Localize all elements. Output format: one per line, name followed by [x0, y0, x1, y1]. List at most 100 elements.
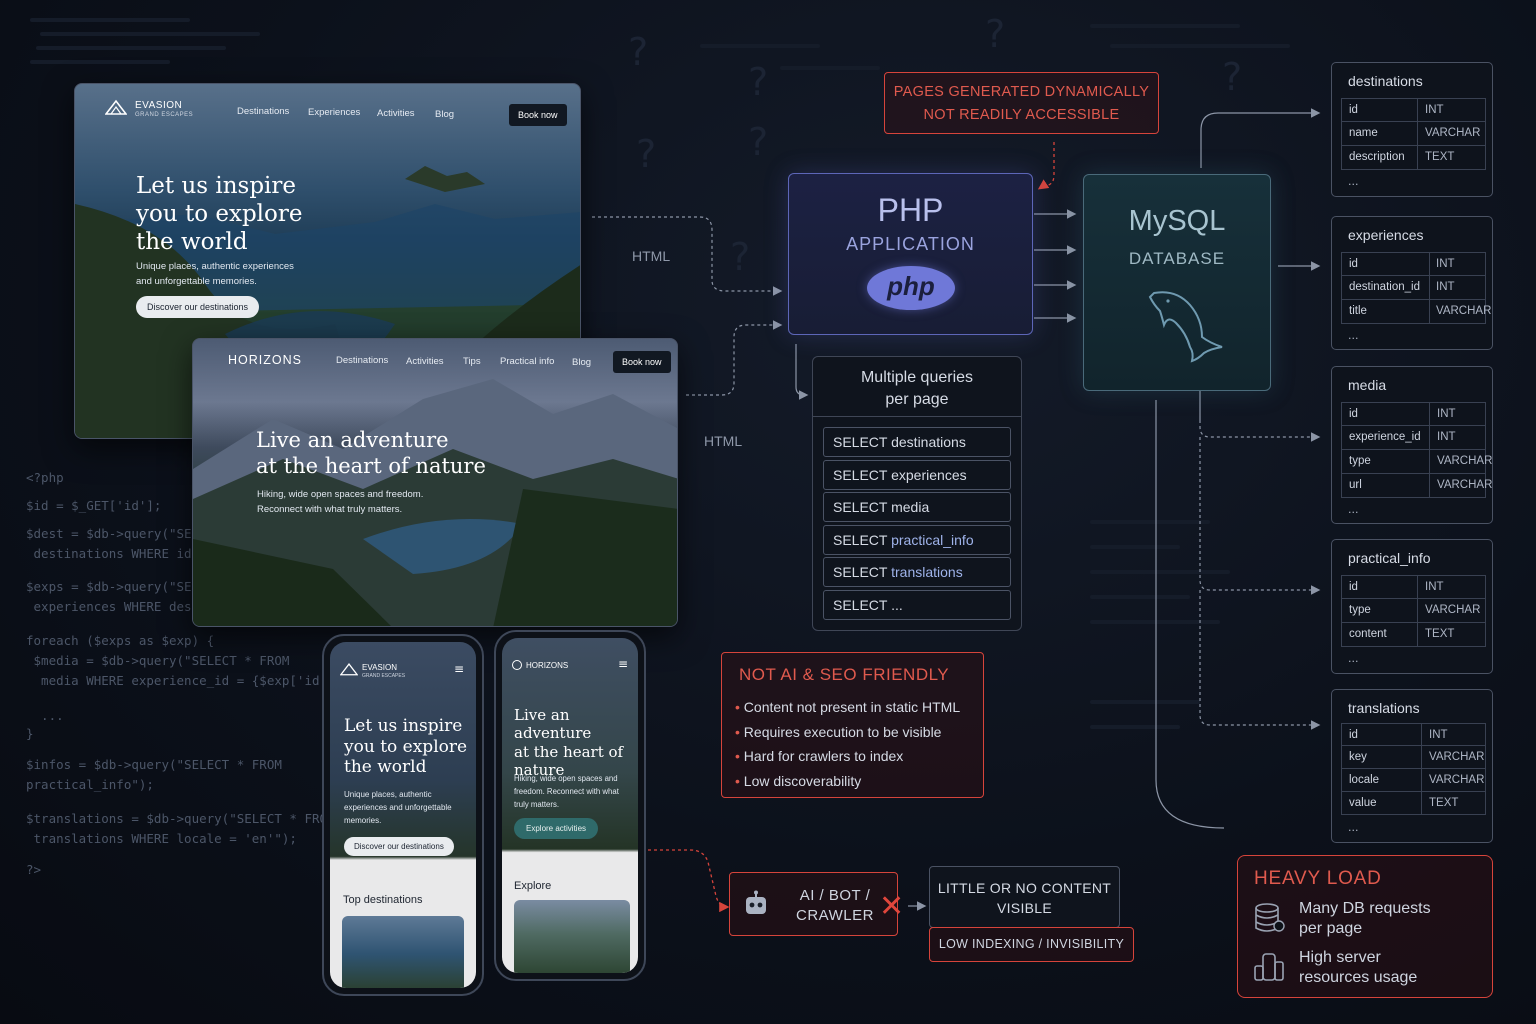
- nav-link-activities[interactable]: Activities: [377, 108, 414, 119]
- nav-link-destinations[interactable]: Destinations: [336, 355, 388, 366]
- nav-link-blog[interactable]: Blog: [435, 109, 454, 120]
- book-now-button[interactable]: Book now: [613, 351, 671, 373]
- visibility-box: LITTLE OR NO CONTENT VISIBLE: [929, 866, 1120, 928]
- explore-activities-button[interactable]: Explore activities: [514, 818, 599, 839]
- nav-link-activities[interactable]: Activities: [406, 356, 443, 367]
- query-item: SELECT destinations: [823, 427, 1011, 457]
- heavy-load-item: High server resources usage: [1299, 949, 1418, 986]
- seo-bullet: • Hard for crawlers to index: [735, 748, 904, 764]
- hero-title: Let us inspire you to explore the world: [136, 173, 303, 256]
- nav-link-blog[interactable]: Blog: [572, 357, 591, 368]
- code-line: <?php: [26, 470, 64, 485]
- query-item: SELECT translations: [823, 557, 1011, 587]
- nav-link-practical-info[interactable]: Practical info: [500, 356, 554, 367]
- hero-subtitle: Unique places, authentic experiences and…: [344, 790, 452, 825]
- nav-link-experiences[interactable]: Experiences: [308, 107, 360, 118]
- section-title: Top destinations: [343, 894, 423, 906]
- code-line: $media = $db->query("SELECT * FROM: [26, 653, 290, 668]
- query-item: SELECT ...: [823, 590, 1011, 620]
- seo-bullet: • Content not present in static HTML: [735, 699, 961, 715]
- code-line: $translations = $db->query("SELECT * FRO…: [26, 811, 335, 826]
- table-name: destinations: [1348, 73, 1423, 89]
- visibility-text: LITTLE OR NO CONTENT VISIBLE: [937, 880, 1112, 916]
- mysql-title: MySQL: [1128, 205, 1226, 237]
- hero-subtitle: Hiking, wide open spaces and freedom. Re…: [514, 774, 619, 809]
- seo-title: NOT AI & SEO FRIENDLY: [739, 665, 950, 684]
- brand-name: HORIZONS: [228, 353, 302, 367]
- discover-destinations-button[interactable]: Discover our destinations: [344, 837, 454, 856]
- database-icon: [1255, 903, 1285, 932]
- php-application-box: PHP APPLICATION php: [788, 173, 1033, 335]
- compass-logo-icon: [512, 660, 522, 670]
- phone-mockup-horizons: HORIZONS ≡ Live an adventure at the hear…: [494, 630, 646, 981]
- hero-title: Let us inspire you to explore the world: [344, 716, 468, 778]
- code-line: practical_info");: [26, 777, 154, 792]
- table-name: media: [1348, 377, 1387, 393]
- hero-title: Live an adventure at the heart of nature: [256, 428, 486, 478]
- book-now-button[interactable]: Book now: [509, 104, 567, 126]
- code-line: ?>: [26, 862, 42, 877]
- server-icon: [1254, 953, 1284, 981]
- seo-bullet: • Requires execution to be visible: [735, 723, 942, 740]
- code-line: $infos = $db->query("SELECT * FROM: [26, 757, 282, 772]
- seo-bullet: • Low discoverability: [735, 772, 862, 789]
- hero-subtitle: Hiking, wide open spaces and freedom. Re…: [257, 489, 424, 515]
- brand-name: EVASION: [362, 663, 397, 672]
- menu-icon[interactable]: ≡: [454, 662, 464, 676]
- code-line: }: [26, 726, 34, 741]
- query-item: SELECT experiences: [823, 460, 1011, 490]
- nav-link-tips[interactable]: Tips: [463, 356, 481, 367]
- website-mockup-horizons: HORIZONS Destinations Activities Tips Pr…: [192, 338, 678, 627]
- section-title: Explore: [514, 880, 552, 892]
- seo-bullets: • Content not present in static HTML • R…: [735, 695, 960, 793]
- menu-icon[interactable]: ≡: [618, 657, 628, 671]
- code-line: media WHERE experience_id = {$exp['id']}…: [26, 673, 350, 688]
- table-media: media id INT experience_id INT type VARCHAR…: [1331, 366, 1493, 524]
- php-title: PHP: [877, 192, 944, 228]
- php-logo-icon: php: [867, 266, 955, 310]
- code-line: ...: [26, 708, 64, 723]
- heavy-load-title: HEAVY LOAD: [1254, 868, 1382, 889]
- mountain-logo-icon: [340, 663, 358, 676]
- seo-warning-box: NOT AI & SEO FRIENDLY • Content not pres…: [721, 652, 984, 798]
- diagram-canvas: ? ? ? ? ? ? ? HTML HTML <?php $id = $_GE…: [0, 0, 1536, 1024]
- dynamic-pages-warning: PAGES GENERATED DYNAMICALLY NOT READILY …: [884, 72, 1159, 134]
- brand-name: HORIZONS: [526, 661, 569, 670]
- php-subtitle: APPLICATION: [846, 234, 975, 254]
- table-practical-info: practical_info id INT type VARCHAR content…: [1331, 539, 1493, 674]
- mysql-subtitle: DATABASE: [1128, 249, 1226, 268]
- mountain-landscape-illustration: [193, 379, 677, 626]
- code-line: $id = $_GET['id'];: [26, 498, 162, 513]
- phone-mockup-evasion: EVASION GRAND ESCAPES ≡ Let us inspire y…: [322, 634, 484, 996]
- nav-link-destinations[interactable]: Destinations: [237, 106, 289, 117]
- html-label: HTML: [632, 248, 671, 264]
- query-item: SELECT media: [823, 492, 1011, 522]
- heavy-load-box: HEAVY LOAD Many DB requests per page Hig…: [1237, 855, 1493, 998]
- discover-destinations-button[interactable]: Discover our destinations: [136, 296, 260, 318]
- mysql-database-box: MySQL DATABASE: [1083, 174, 1271, 391]
- crawler-box: AI / BOT / CRAWLER: [729, 872, 898, 936]
- heavy-load-item: Many DB requests per page: [1299, 900, 1431, 937]
- table-experiences: experiences id INT destination_id INT titl…: [1331, 216, 1493, 350]
- crawler-label: AI / BOT / CRAWLER: [796, 887, 874, 924]
- hero-title: Live an adventure at the heart of nature: [514, 706, 624, 779]
- low-indexing-badge: LOW INDEXING / INVISIBILITY: [929, 927, 1134, 962]
- table-name: translations: [1348, 700, 1420, 716]
- blocked-x-icon: ✕: [879, 889, 905, 924]
- queries-title: Multiple queries per page: [860, 369, 974, 408]
- queries-panel: Multiple queries per page SELECT destina…: [812, 356, 1022, 631]
- destination-card-image[interactable]: [342, 916, 464, 988]
- brand-tagline: GRAND ESCAPES: [362, 673, 406, 679]
- table-destinations: destinations id INT name VARCHAR descripti…: [1331, 62, 1493, 197]
- html-label: HTML: [704, 433, 743, 449]
- mountain-logo-icon: [105, 99, 127, 115]
- table-name: experiences: [1348, 227, 1424, 243]
- code-line: foreach ($exps as $exp) {: [26, 633, 215, 648]
- table-translations: translations id INT key VARCHAR locale VARC…: [1331, 689, 1493, 843]
- explore-card-image[interactable]: [514, 900, 630, 973]
- table-name: practical_info: [1348, 550, 1431, 566]
- dolphin-icon: [1148, 291, 1223, 363]
- code-line: translations WHERE locale = 'en'");: [26, 831, 297, 846]
- brand-name: EVASION: [135, 100, 183, 111]
- brand-tagline: GRAND ESCAPES: [135, 112, 194, 118]
